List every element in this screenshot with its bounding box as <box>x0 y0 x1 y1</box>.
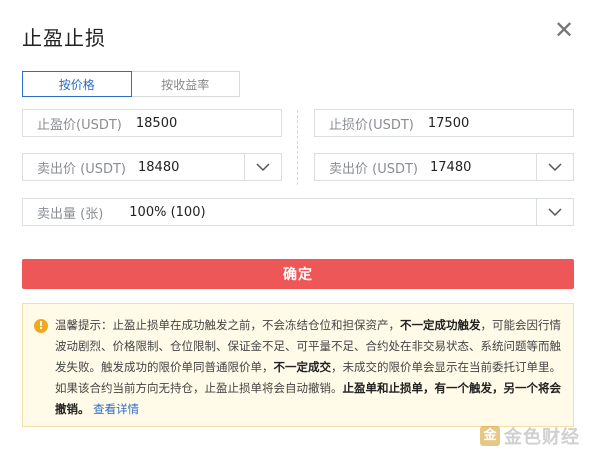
stop-loss-price-value: 17500 <box>427 115 470 131</box>
sell-quantity-field[interactable]: 卖出量 (张) 100% (100) <box>22 198 574 226</box>
take-profit-price-field[interactable]: 止盈价(USDT) 18500 <box>22 109 282 137</box>
stop-loss-sell-label: 卖出价 (USDT) <box>329 161 418 177</box>
warning-notice: ! 温馨提示：止盈止损单在成功触发之前，不会冻结仓位和担保资产，不一定成功触发，… <box>22 303 574 427</box>
watermark-text: 金色财经 <box>504 427 580 448</box>
notice-text-1: 温馨提示：止盈止损单在成功触发之前，不会冻结仓位和担保资产， <box>55 318 400 332</box>
take-profit-sell-price-field[interactable]: 卖出价 (USDT) 18480 <box>22 153 282 181</box>
watermark: 金 金色财经 <box>480 424 590 448</box>
stop-loss-sell-price-field[interactable]: 卖出价 (USDT) 17480 <box>314 153 574 181</box>
stop-loss-price-label: 止损价(USDT) <box>329 117 414 133</box>
notice-bold-2: 不一定成交 <box>273 360 332 374</box>
watermark-logo: 金 <box>480 426 500 446</box>
warning-icon: ! <box>34 319 48 333</box>
dialog-title: 止盈止损 <box>22 26 106 50</box>
stop-loss-price-field[interactable]: 止损价(USDT) 17500 <box>314 109 574 137</box>
notice-bold-1: 不一定成功触发 <box>400 318 481 332</box>
tab-by-yield[interactable]: 按收益率 <box>132 72 240 96</box>
column-divider <box>297 110 298 185</box>
view-details-link[interactable]: 查看详情 <box>93 402 139 416</box>
chevron-down-icon <box>256 162 270 171</box>
stop-loss-sell-dropdown[interactable] <box>536 154 573 180</box>
tab-by-price[interactable]: 按价格 <box>22 71 132 97</box>
sell-quantity-dropdown[interactable] <box>536 199 573 225</box>
warning-text: 温馨提示：止盈止损单在成功触发之前，不会冻结仓位和担保资产，不一定成功触发，可能… <box>55 315 567 420</box>
sell-quantity-label: 卖出量 (张) <box>37 206 104 222</box>
take-profit-sell-label: 卖出价 (USDT) <box>37 161 126 177</box>
take-profit-price-value: 18500 <box>135 115 178 131</box>
chevron-down-icon <box>548 207 562 216</box>
close-icon[interactable]: ✕ <box>552 18 576 42</box>
confirm-button[interactable]: 确定 <box>22 259 574 289</box>
take-profit-sell-dropdown[interactable] <box>244 154 281 180</box>
sell-quantity-value: 100% (100) <box>129 204 206 220</box>
take-profit-price-label: 止盈价(USDT) <box>37 117 122 133</box>
chevron-down-icon <box>548 162 562 171</box>
take-profit-sell-value: 18480 <box>138 159 180 175</box>
stop-loss-sell-value: 17480 <box>430 159 472 175</box>
price-mode-tabs: 按价格 按收益率 <box>22 71 240 97</box>
